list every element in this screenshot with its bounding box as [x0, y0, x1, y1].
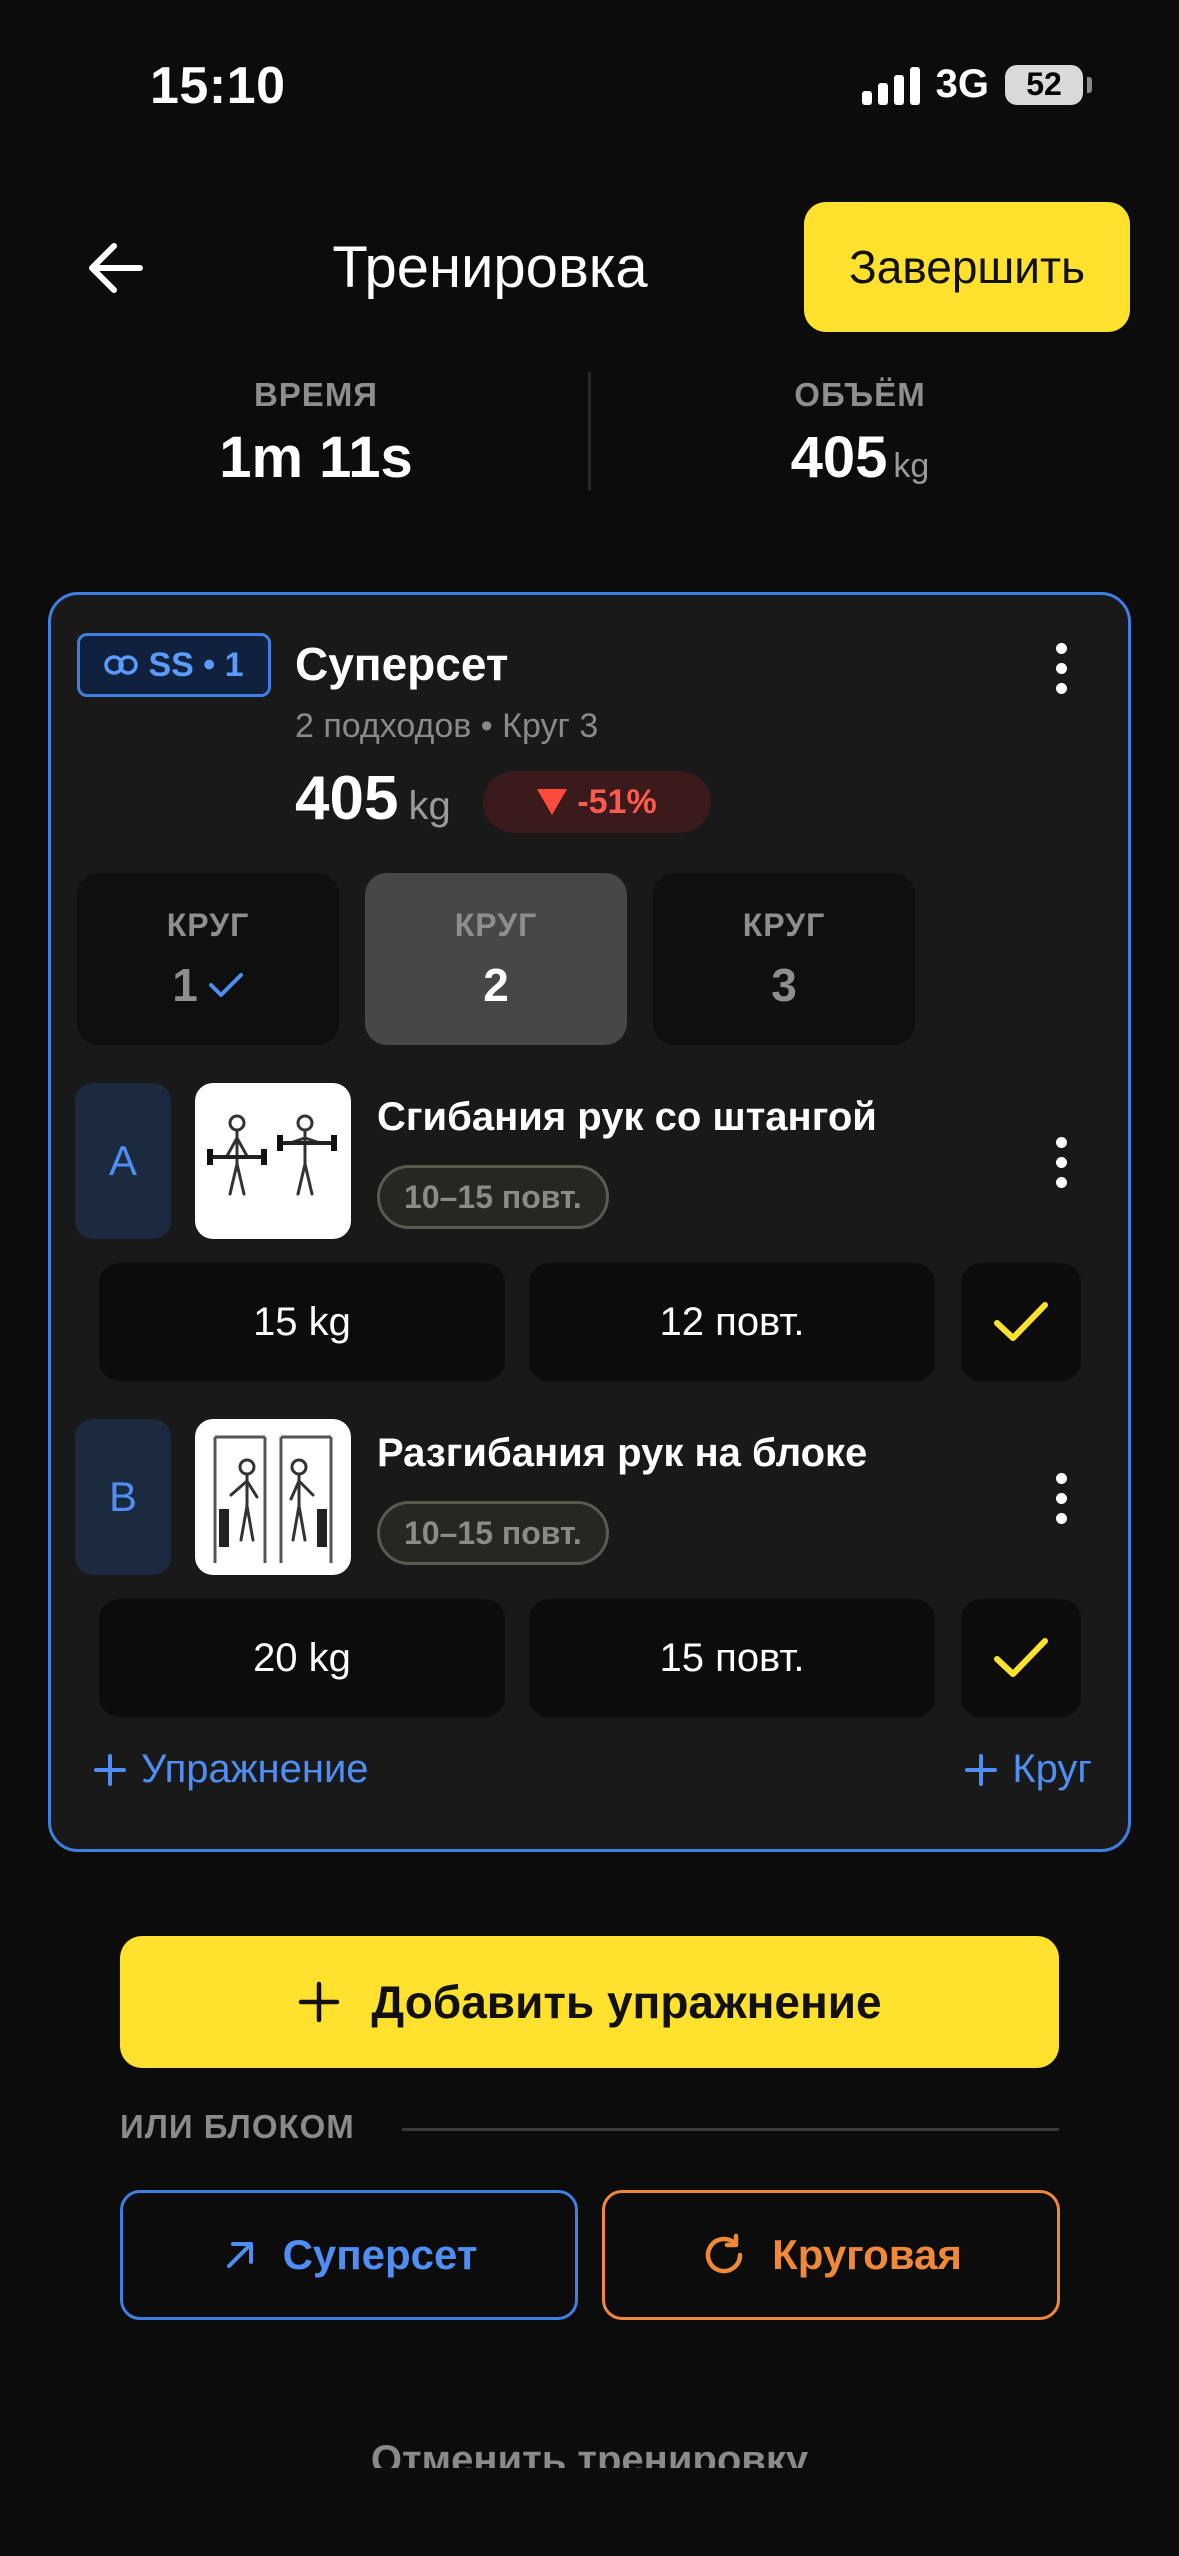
add-circuit-button[interactable]: Круговая	[602, 2190, 1060, 2320]
round-label: КРУГ	[166, 906, 250, 943]
superset-button-label: Суперсет	[282, 2231, 478, 2278]
arrow-up-right-icon	[226, 2242, 253, 2268]
add-exercise-button[interactable]: Добавить упражнение	[120, 1936, 1059, 2068]
volume-delta-badge: -51%	[483, 771, 711, 833]
time-stat: ВРЕМЯ 1m 11s	[156, 376, 476, 491]
superset-volume-unit: kg	[408, 784, 451, 828]
volume-label: ОБЪЁМ	[794, 376, 926, 413]
time-value: 1m 11s	[219, 425, 413, 490]
exercise-letter-b: B	[75, 1419, 171, 1575]
exercise-menu-button[interactable]	[1041, 1127, 1081, 1197]
rep-range-chip: 10–15 повт.	[377, 1501, 609, 1565]
or-block-label: ИЛИ БЛОКОМ	[120, 2108, 355, 2145]
round-tab-1[interactable]: КРУГ 1	[77, 873, 339, 1045]
add-superset-button[interactable]: Суперсет	[120, 2190, 578, 2320]
page-title: Тренировка	[332, 235, 648, 300]
complete-set-button[interactable]	[961, 1263, 1081, 1381]
divider	[402, 2128, 1059, 2131]
volume-delta: -51%	[577, 782, 657, 821]
weight-field[interactable]: 15 kg	[99, 1263, 505, 1381]
exercise-menu-button[interactable]	[1041, 1463, 1081, 1533]
add-exercise-to-superset-link[interactable]: Упражнение	[93, 1747, 369, 1792]
network-type: 3G	[935, 62, 989, 106]
volume-value: 405	[790, 425, 888, 490]
round-number: 1	[172, 958, 198, 1011]
rep-range-chip: 10–15 повт.	[377, 1165, 609, 1229]
add-exercise-label: Добавить упражнение	[371, 1976, 882, 2028]
cancel-workout-button[interactable]: Отменить тренировку	[0, 2432, 1179, 2468]
round-number: 3	[771, 958, 797, 1011]
checkmark-icon	[994, 1638, 1048, 1677]
complete-set-button[interactable]	[961, 1599, 1081, 1717]
back-button[interactable]	[80, 232, 152, 304]
superset-card: SS • 1 Суперсет 2 подходов • Круг 3 405 k…	[48, 592, 1131, 1852]
exercise-image-barbell-curl	[195, 1083, 351, 1239]
plus-icon	[299, 1981, 340, 2023]
exercise-name: Разгибания рук на блоке	[377, 1431, 868, 1475]
superset-badge: SS • 1	[77, 633, 271, 697]
round-label: КРУГ	[454, 906, 538, 943]
volume-stat: ОБЪЁМ 405 kg	[700, 376, 1020, 491]
cable-extension-illustration	[213, 1435, 333, 1563]
round-number: 2	[483, 958, 509, 1011]
plus-icon	[94, 1753, 126, 1786]
add-round-link[interactable]: Круг	[964, 1747, 1092, 1792]
refresh-icon	[705, 2233, 743, 2274]
checkmark-icon	[208, 972, 243, 997]
superset-volume-value: 405	[295, 764, 399, 833]
battery-level: 52	[1026, 66, 1062, 102]
plus-icon	[965, 1753, 998, 1786]
round-label: КРУГ	[742, 906, 826, 943]
exercise-image-cable-extension	[195, 1419, 351, 1575]
round-tab-3[interactable]: КРУГ 3	[653, 873, 915, 1045]
exercise-name: Сгибания рук со штангой	[377, 1095, 877, 1139]
superset-subtitle: 2 подходов • Круг 3	[295, 707, 599, 745]
checkmark-icon	[994, 1302, 1048, 1341]
volume-unit: kg	[893, 447, 930, 485]
arrow-left-icon	[89, 243, 143, 293]
superset-menu-button[interactable]	[1041, 633, 1081, 703]
barbell-curl-illustration	[207, 1114, 337, 1196]
round-tab-2[interactable]: КРУГ 2	[365, 873, 627, 1045]
add-exercise-link-label: Упражнение	[141, 1747, 369, 1791]
reps-field[interactable]: 12 повт.	[529, 1263, 935, 1381]
time-label: ВРЕМЯ	[253, 376, 379, 413]
exercise-letter-a: A	[75, 1083, 171, 1239]
status-indicators: 3G 52	[861, 62, 1092, 107]
superset-title: Суперсет	[295, 638, 509, 690]
signal-icon	[861, 65, 920, 105]
link-icon	[104, 655, 139, 675]
superset-badge-label: SS • 1	[148, 645, 244, 684]
superset-volume: 405 kg	[295, 763, 451, 834]
finish-workout-button[interactable]: Завершить	[804, 202, 1130, 332]
triangle-down-icon	[537, 789, 568, 815]
add-round-link-label: Круг	[1012, 1747, 1092, 1791]
stats-divider	[588, 372, 591, 490]
reps-field[interactable]: 15 повт.	[529, 1599, 935, 1717]
battery-icon: 52	[1005, 64, 1092, 105]
status-time: 15:10	[150, 57, 286, 115]
weight-field[interactable]: 20 kg	[99, 1599, 505, 1717]
circuit-button-label: Круговая	[772, 2231, 962, 2278]
